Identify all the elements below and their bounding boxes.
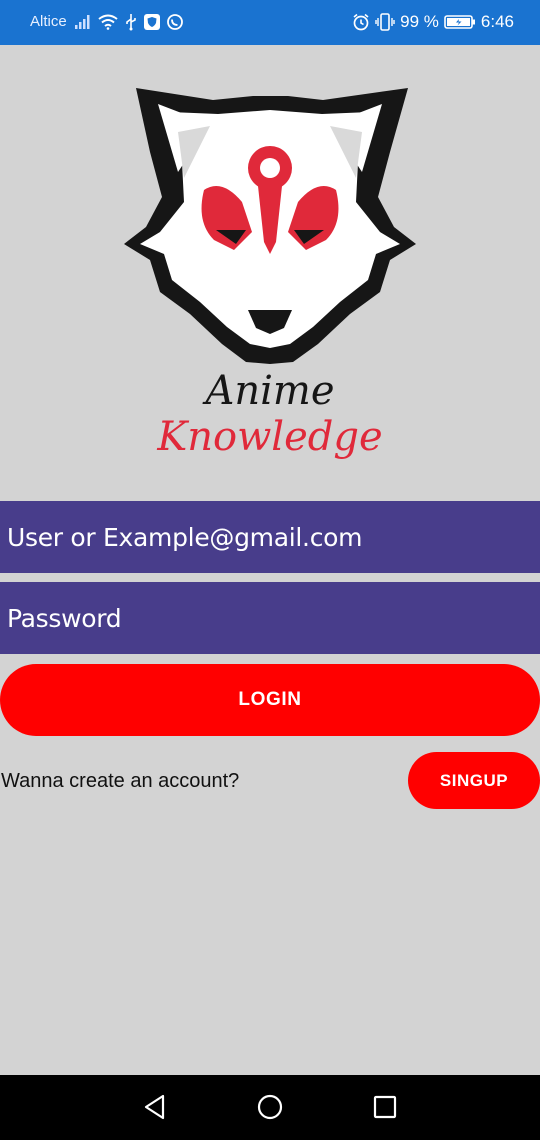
- signal-icon: [75, 15, 90, 29]
- status-bar: Altice 99 % 6:46: [0, 0, 540, 45]
- login-button[interactable]: LOGIN: [0, 664, 540, 736]
- battery-percent: 99 %: [400, 12, 439, 31]
- username-input[interactable]: User or Example@gmail.com: [0, 501, 540, 573]
- battery-icon: [444, 15, 475, 29]
- password-placeholder: Password: [7, 603, 122, 633]
- shield-app-icon: [144, 14, 160, 30]
- status-left-icons: [74, 10, 184, 34]
- username-placeholder: User or Example@gmail.com: [7, 522, 363, 552]
- signup-button[interactable]: SINGUP: [408, 752, 540, 809]
- whatsapp-icon: [167, 14, 183, 30]
- create-account-prompt: Wanna create an account?: [1, 770, 240, 792]
- home-icon[interactable]: [256, 1093, 284, 1121]
- logo-text-knowledge: Knowledge: [156, 414, 382, 460]
- back-icon[interactable]: [141, 1093, 169, 1121]
- fox-logo-icon: Anime Knowledge: [124, 88, 416, 460]
- wifi-icon: [98, 14, 118, 30]
- alarm-icon: [353, 13, 369, 31]
- recents-icon[interactable]: [371, 1093, 399, 1121]
- clock: 6:46: [480, 12, 514, 31]
- app-logo: Anime Knowledge: [118, 82, 422, 472]
- logo-text-anime: Anime: [201, 368, 334, 414]
- navigation-bar: [0, 1075, 540, 1140]
- vibrate-icon: [375, 13, 395, 31]
- password-input[interactable]: Password: [0, 582, 540, 654]
- carrier-name: Altice: [30, 13, 67, 30]
- usb-icon: [126, 14, 136, 31]
- status-right: 99 % 6:46: [352, 9, 514, 35]
